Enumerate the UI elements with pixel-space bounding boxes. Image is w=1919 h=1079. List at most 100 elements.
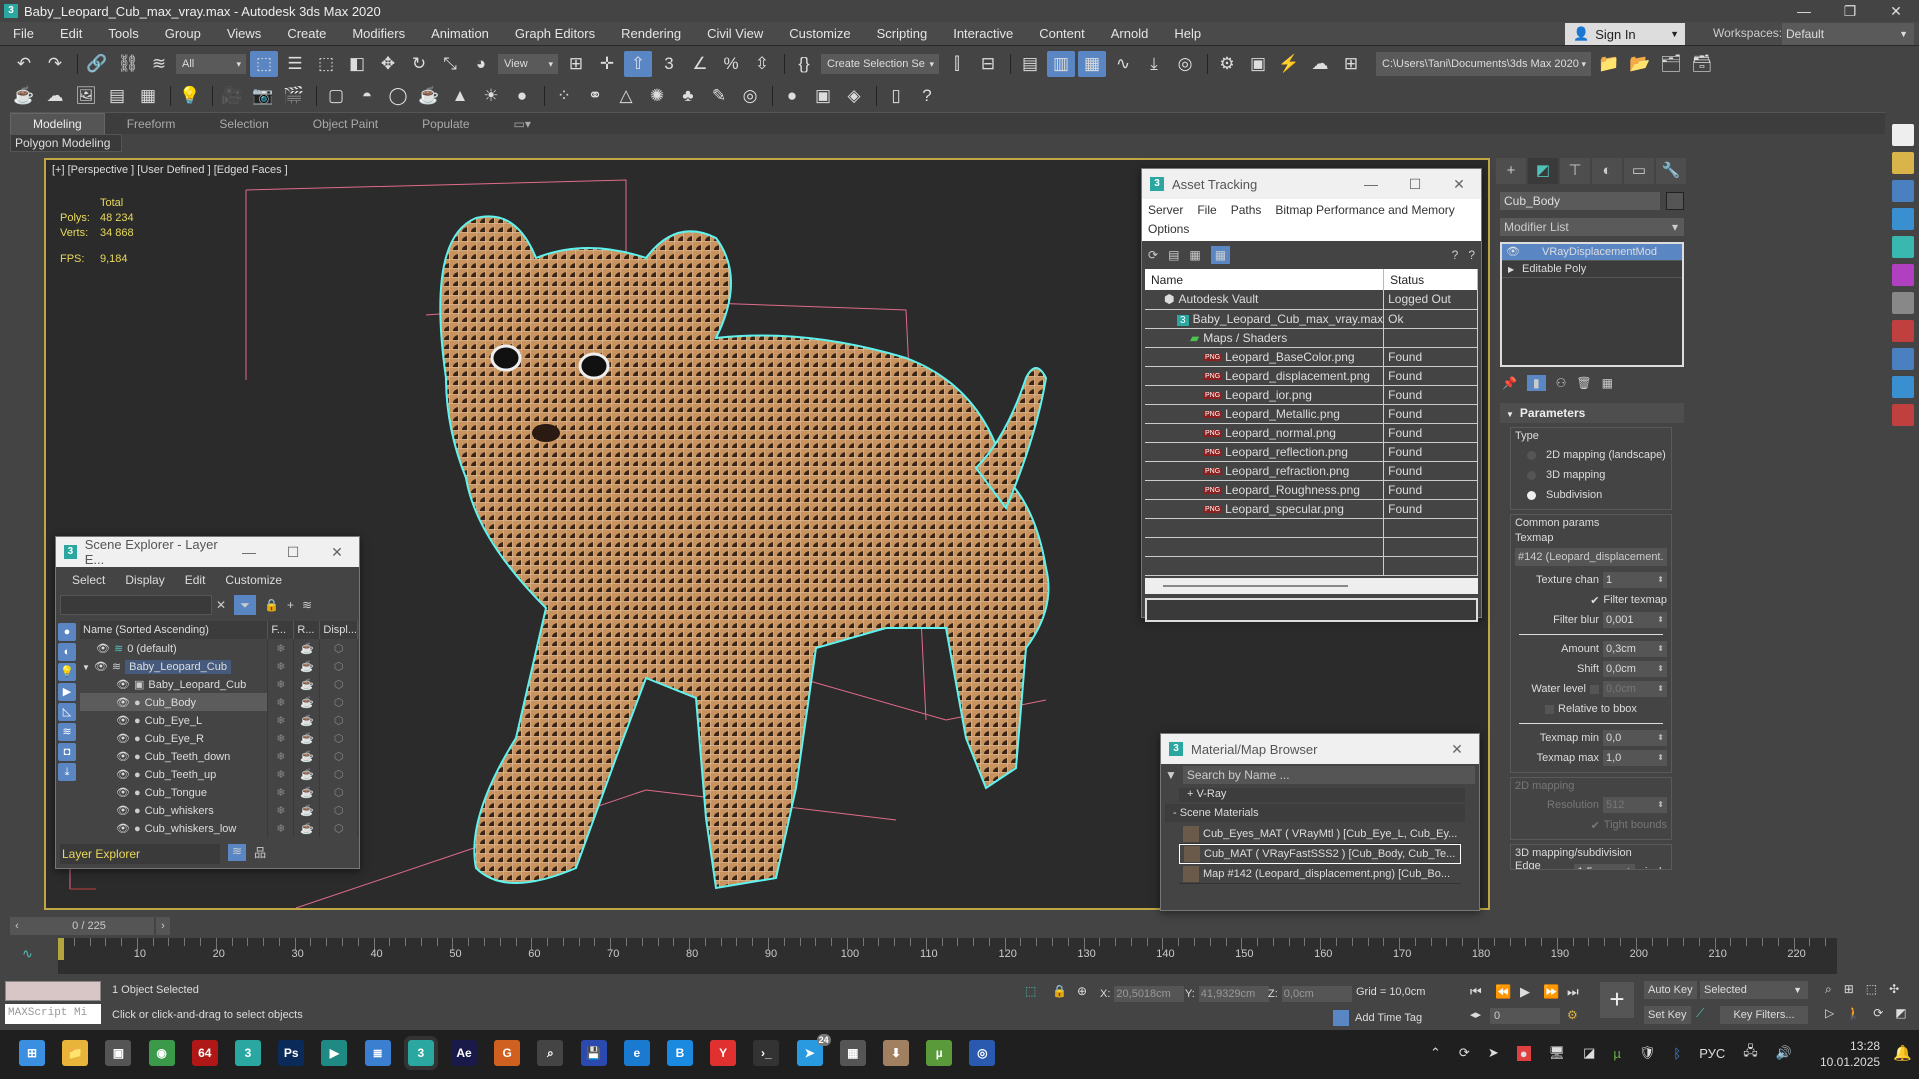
menu-modifiers[interactable]: Modifiers (339, 26, 418, 41)
freeze-icon[interactable]: ❄ (267, 711, 295, 729)
menu-file[interactable]: File (0, 26, 47, 41)
telegram-tray-icon[interactable]: ➤ (1488, 1045, 1499, 1061)
ambient-light-icon[interactable]: ● (508, 83, 536, 109)
zoom-icon[interactable]: ⌕ (1825, 982, 1832, 997)
close-button[interactable]: ✕ (315, 544, 359, 561)
toggle-ribbon-button[interactable]: ▦ (1078, 51, 1106, 77)
select-manipulate-button[interactable]: ✛ (593, 51, 621, 77)
renderable-teapot-icon[interactable]: ☕ (293, 711, 321, 729)
workspace-select[interactable]: Default ▼ (1782, 23, 1914, 45)
taskbar-start-icon[interactable]: ⊞ (19, 1040, 45, 1066)
scene-materials-group[interactable]: - Scene Materials (1165, 804, 1465, 822)
spacewarps-filter-icon[interactable]: ≋ (58, 723, 76, 741)
display-box-icon[interactable]: ⬡ (319, 765, 358, 783)
z-coordinate-field[interactable]: 0,0cm (1281, 986, 1352, 1002)
maxscript-listener-output[interactable] (5, 981, 101, 1001)
display-box-icon[interactable]: ⬡ (319, 783, 358, 801)
renderable-teapot-icon[interactable]: ☕ (293, 657, 321, 675)
maximize-button[interactable]: ❐ (1827, 0, 1873, 22)
ribbon-options-icon[interactable]: ▭▾ (492, 117, 553, 131)
angle-snap-button[interactable]: ∠ (686, 51, 714, 77)
add-layer-icon[interactable]: + (287, 598, 294, 612)
refresh-icon[interactable]: ⟳ (1148, 248, 1158, 262)
display-tab[interactable]: ▭ (1624, 158, 1654, 184)
radio-2d-mapping[interactable]: 2D mapping (landscape) (1515, 445, 1667, 465)
close-button[interactable]: ✕ (1873, 0, 1919, 22)
parameters-rollout[interactable]: ▼ Parameters (1500, 403, 1684, 423)
renderable-teapot-icon[interactable]: ☕ (293, 765, 321, 783)
spinner-snap-button[interactable]: ⇳ (748, 51, 776, 77)
material-item[interactable]: Cub_MAT ( VRayFastSSS2 ) [Cub_Body, Cub_… (1179, 844, 1461, 864)
time-slider-thumb[interactable]: 0 / 225 (24, 917, 154, 935)
stack-item-editable-poly[interactable]: ▶ Editable Poly (1502, 261, 1682, 278)
sync-icon[interactable]: ⟳ (1459, 1045, 1470, 1061)
go-to-end-button[interactable]: ⏭ (1567, 984, 1579, 1000)
se-menu-customize[interactable]: Customize (225, 571, 282, 590)
scene-explorer-search-input[interactable] (60, 595, 212, 615)
clock[interactable]: 13:28 10.01.2025 (1820, 1038, 1880, 1070)
renderable-teapot-icon[interactable]: ☕ (293, 747, 321, 765)
ribbon-panel-polygon-modeling[interactable]: Polygon Modeling (10, 134, 122, 152)
render-production-button[interactable]: ⚡ (1275, 51, 1303, 77)
scene-explorer-titlebar[interactable]: 3 Scene Explorer - Layer E... — ☐ ✕ (56, 537, 359, 567)
align-button[interactable]: ⊟ (974, 51, 1002, 77)
taskbar-after-effects-icon[interactable]: Ae (451, 1040, 477, 1066)
display-box-icon[interactable]: ⬡ (319, 819, 358, 837)
sign-in-button[interactable]: 👤 Sign In ▼ (1565, 23, 1685, 45)
device-icon[interactable]: ◪ (1583, 1045, 1595, 1061)
project-settings-button[interactable]: 📁 (1595, 51, 1623, 77)
menu-animation[interactable]: Animation (418, 26, 502, 41)
scale-button[interactable]: ⤡ (436, 51, 464, 77)
make-unique-icon[interactable]: ⚇ (1556, 376, 1567, 390)
language-indicator[interactable]: РУС (1699, 1046, 1725, 1061)
taskbar-photoshop-icon[interactable]: Ps (278, 1040, 305, 1066)
selection-filter-dropdown[interactable]: All (176, 54, 246, 74)
browser-options-icon[interactable]: ▼ (1165, 768, 1177, 782)
visibility-eye-icon[interactable]: 👁 (94, 661, 108, 673)
display-box-icon[interactable]: ⬡ (319, 693, 358, 711)
project-folder-dropdown[interactable]: C:\Users\Tani\Documents\3ds Max 2020 (1376, 52, 1591, 76)
scene-explorer-toggle-button[interactable]: ▤ (1016, 51, 1044, 77)
vray-sphere-icon[interactable]: ✺ (643, 83, 671, 109)
menu-rendering[interactable]: Rendering (608, 26, 694, 41)
scene-row[interactable]: 👁 ● Cub_Body ❄ ☕ ⬡ (80, 693, 358, 711)
menu-graph-editors[interactable]: Graph Editors (502, 26, 608, 41)
zoom-extents-icon[interactable]: ⬚ (1866, 982, 1877, 997)
motion-tab[interactable]: ◐ (1592, 158, 1622, 184)
undo-button[interactable]: ↶ (10, 51, 38, 77)
taskbar-installer-icon[interactable]: ⬇ (883, 1040, 909, 1066)
display-box-icon[interactable]: ⬡ (319, 747, 358, 765)
set-keys-button[interactable]: + (1600, 982, 1634, 1018)
eye-icon[interactable]: 👁 (1506, 244, 1520, 261)
explorer-type-dropdown[interactable]: Layer Explorer (60, 844, 220, 864)
record-app-icon[interactable]: ● (1516, 1045, 1531, 1061)
taskbar-utorrent-icon[interactable]: µ (926, 1040, 953, 1066)
scene-row[interactable]: 👁 ▣ Baby_Leopard_Cub ❄ ☕ ⬡ (80, 675, 358, 693)
field-of-view-icon[interactable]: ▷ (1825, 1006, 1834, 1020)
utorrent-tray-icon[interactable]: µ (1613, 1046, 1621, 1061)
maximize-viewport-icon[interactable]: ◩ (1895, 1006, 1906, 1020)
asset-row[interactable]: PNG Leopard_reflection.png Found (1145, 442, 1478, 462)
freeze-icon[interactable]: ❄ (267, 765, 295, 783)
display-box-icon[interactable]: ⬡ (319, 711, 358, 729)
vray-material-icon[interactable]: ● (778, 83, 806, 109)
named-selection-dropdown[interactable]: Create Selection Se (821, 54, 939, 74)
taskbar-g-app-icon[interactable]: G (494, 1040, 521, 1066)
y-coordinate-field[interactable]: 41,9329cm (1198, 986, 1269, 1002)
taskbar-telegram-icon[interactable]: ➤ 24 (796, 1034, 831, 1066)
asset-row[interactable]: PNG Leopard_normal.png Found (1145, 423, 1478, 443)
material-browser-titlebar[interactable]: 3 Material/Map Browser ✕ (1161, 734, 1479, 764)
maximize-button[interactable]: ☐ (271, 544, 315, 561)
isolate-selection-icon[interactable]: ⬚ (1025, 984, 1036, 998)
asset-row[interactable]: PNG Leopard_ior.png Found (1145, 385, 1478, 405)
menu-content[interactable]: Content (1026, 26, 1098, 41)
help-icon[interactable]: ? (913, 83, 941, 109)
ribbon-tab-populate[interactable]: Populate (400, 117, 491, 131)
renderable-teapot-icon[interactable]: ☕ (293, 639, 321, 657)
asset-column-header[interactable]: Name (1145, 269, 1385, 290)
thumbnail-view-icon[interactable]: ▦ (1189, 248, 1200, 262)
texmap-max-spinner[interactable]: 1,0 (1603, 750, 1667, 766)
se-menu-edit[interactable]: Edit (185, 571, 206, 590)
freeze-icon[interactable]: ❄ (267, 657, 295, 675)
checker-icon[interactable] (1892, 124, 1914, 146)
